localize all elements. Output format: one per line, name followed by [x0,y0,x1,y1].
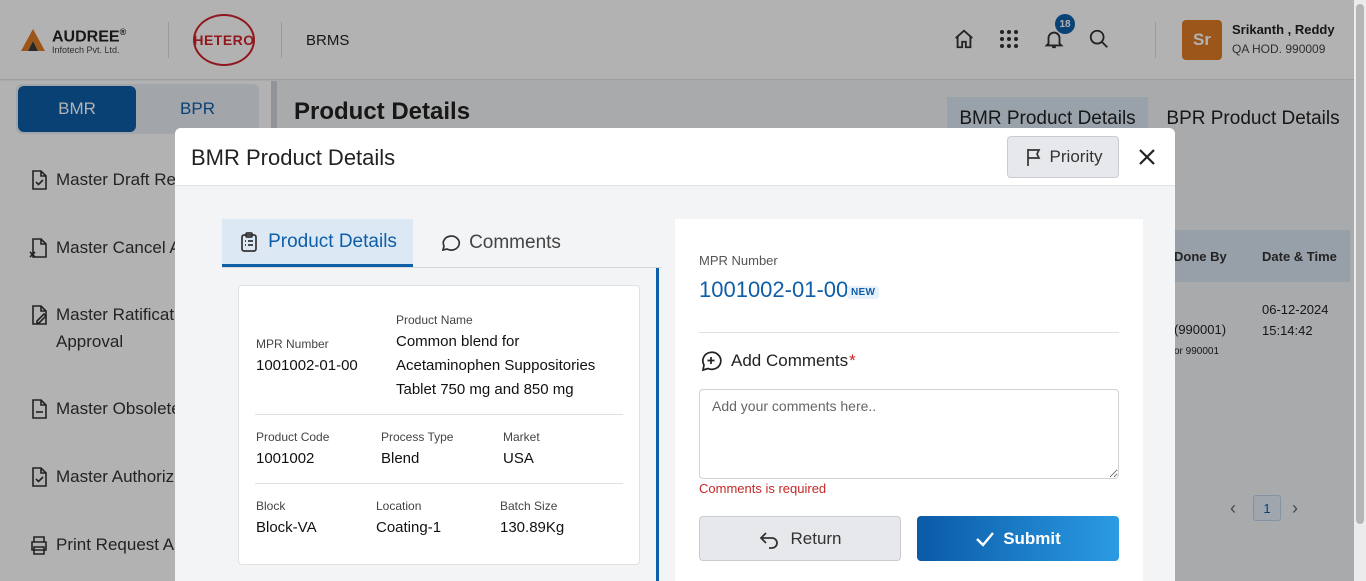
chat-bubble-icon [441,235,461,252]
divider [255,414,623,415]
process-type-value: Blend [381,450,420,467]
location-value: Coating-1 [376,519,442,536]
product-code-value: 1001002 [256,450,315,467]
page-scrollbar[interactable] [1354,0,1366,581]
priority-button[interactable]: Priority [1007,136,1119,178]
tab-comments[interactable]: Comments [425,219,575,267]
product-name-label: Product Name [396,313,473,327]
submit-button[interactable]: Submit [917,516,1119,561]
add-comments-label: Add Comments [731,351,849,370]
add-comment-icon [701,351,722,372]
tab-label: Product Details [268,230,397,252]
return-label: Return [790,528,842,548]
mpr-label: MPR Number [699,253,778,268]
product-details-card: MPR Number 1001002-01-00 Product Name Co… [238,285,640,565]
block-label: Block [256,499,286,513]
product-code-label: Product Code [256,430,330,444]
tab-label: Comments [469,232,561,253]
batch-size-value: 130.89Kg [500,519,565,536]
block-value: Block-VA [256,519,317,536]
mpr-number-label: MPR Number [256,337,329,351]
mpr-value: 1001002-01-00 [699,277,849,302]
comments-textarea[interactable] [699,389,1119,479]
product-name-line1: Common blend for [396,333,520,350]
clipboard-list-icon [241,231,257,252]
divider [699,332,1119,333]
tab-product-details[interactable]: Product Details [222,219,413,267]
comments-error: Comments is required [699,481,827,496]
batch-size-label: Batch Size [500,499,558,513]
market-value: USA [503,450,534,467]
modal-header: BMR Product Details Priority [175,128,1175,186]
priority-label: Priority [1049,147,1103,166]
location-label: Location [376,499,422,513]
check-icon [976,531,995,547]
add-comments-heading: Add Comments * [699,349,856,373]
close-icon[interactable] [1135,145,1159,169]
process-type-label: Process Type [381,430,454,444]
return-button[interactable]: Return [699,516,901,561]
page-scrollbar-thumb[interactable] [1356,4,1364,524]
divider [255,483,623,484]
undo-icon [760,531,779,549]
panel-scrollbar[interactable] [656,268,659,581]
mpr-number-value: 1001002-01-00 [256,357,358,374]
modal-title: BMR Product Details [191,145,396,170]
product-name-line3: Tablet 750 mg and 850 mg [396,381,574,398]
market-label: Market [503,430,540,444]
flag-icon [1026,149,1040,166]
product-name-line2: Acetaminophen Suppositories [396,357,596,374]
submit-label: Submit [1003,528,1061,548]
tab-divider [222,267,662,268]
comments-panel: MPR Number 1001002-01-00 NEW Add Comment… [675,219,1143,581]
bmr-product-details-modal: BMR Product Details Priority Product Det… [175,128,1175,581]
required-mark: * [849,351,856,370]
status-badge: NEW [847,286,880,299]
